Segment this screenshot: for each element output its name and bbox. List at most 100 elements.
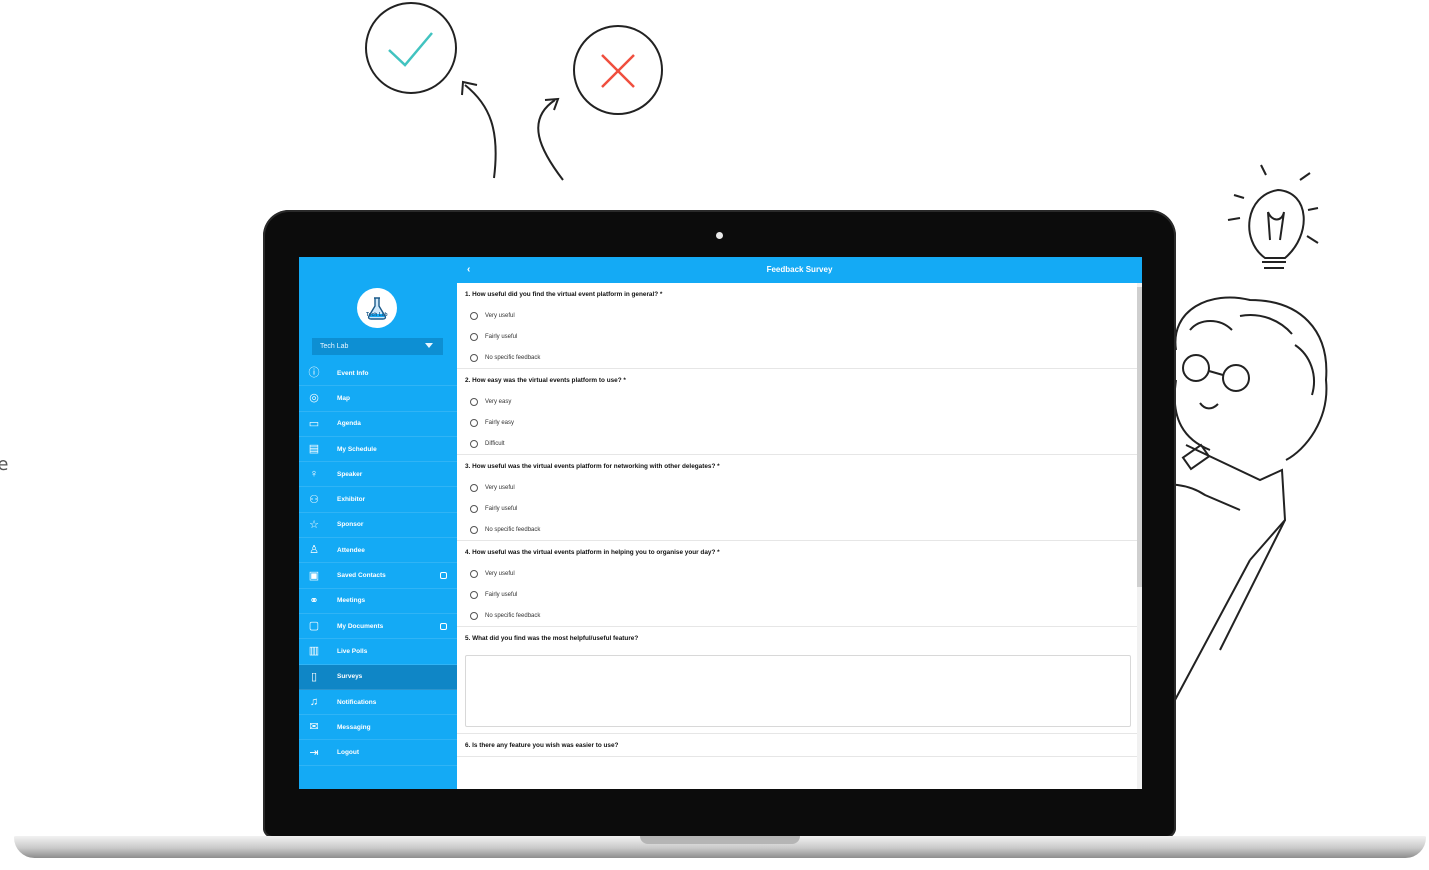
sidebar-item[interactable]: ▤ My Schedule [299,437,457,463]
chevron-down-icon [425,343,433,348]
radio-option[interactable]: Fairly easy [465,412,1137,433]
radio-option[interactable]: No specific feedback [465,605,1137,626]
radio-label: Difficult [485,440,505,447]
top-bar: ‹ Feedback Survey [457,257,1142,283]
sidebar-item-label: Event Info [337,369,369,377]
sidebar-item-label: Notifications [337,698,377,706]
item-badge-icon [440,622,447,630]
sidebar: Tech Lab Tech Lab ⓘ Event Info ◎ Map ▭ Agenda… [299,257,457,789]
sidebar-item-label: Logout [337,749,360,757]
question-text: 5. What did you find was the most helpfu… [465,635,639,642]
radio-label: Fairly useful [485,505,518,512]
app-logo[interactable]: Tech Lab [357,288,397,328]
radio-button[interactable] [470,311,478,320]
sidebar-item[interactable]: ♫ Notifications [299,690,457,716]
envelope-icon: ✉ [309,721,319,734]
radio-label: Very useful [485,312,515,319]
bell-icon: ♫ [309,696,319,708]
sidebar-item-label: Attendee [337,546,365,554]
radio-label: No specific feedback [485,354,541,361]
question-text: 2. How easy was the virtual events platf… [465,377,626,384]
radio-option[interactable]: Very useful [465,563,1137,584]
radio-button[interactable] [470,353,478,362]
radio-label: No specific feedback [485,612,541,619]
radio-option[interactable]: No specific feedback [465,347,1137,368]
radio-button[interactable] [470,397,478,406]
radio-button[interactable] [470,504,478,513]
webcam-icon [716,232,723,239]
sidebar-item[interactable]: ▯ Surveys [299,664,457,690]
sidebar-item[interactable]: ♙ Attendee [299,538,457,564]
event-selector[interactable]: Tech Lab [312,338,443,355]
sidebar-item[interactable]: ▣ Saved Contacts [299,563,457,589]
radio-button[interactable] [470,569,478,578]
survey-question: 6. Is there any feature you wish was eas… [457,734,1137,757]
sidebar-item-label: Sponsor [337,521,364,529]
answer-textarea[interactable] [465,655,1131,727]
radio-option[interactable]: Difficult [465,433,1137,454]
item-badge-icon [440,572,447,580]
question-text: 1. How useful did you find the virtual e… [465,291,663,298]
radio-button[interactable] [470,590,478,599]
star-icon: ☆ [309,518,319,531]
radio-label: No specific feedback [485,526,541,533]
page-title: Feedback Survey [766,265,833,274]
question-text: 6. Is there any feature you wish was eas… [465,742,619,749]
schedule-icon: ▤ [308,443,320,456]
people-icon: ⚇ [309,493,319,506]
radio-button[interactable] [470,525,478,534]
sidebar-item[interactable]: ⚇ Exhibitor [299,487,457,513]
question-text: 3. How useful was the virtual events pla… [465,463,720,470]
compass-icon: ◎ [309,392,319,405]
sidebar-item[interactable]: ☆ Sponsor [299,513,457,539]
survey-question: 4. How useful was the virtual events pla… [457,541,1137,627]
radio-button[interactable] [470,483,478,492]
radio-label: Fairly useful [485,591,518,598]
sidebar-item[interactable]: ⚭ Meetings [299,589,457,614]
logout-icon: ⇥ [309,746,319,759]
radio-button[interactable] [470,418,478,427]
lightbulb-icon [1227,164,1319,269]
calendar-icon: ▭ [308,417,320,430]
sidebar-item[interactable]: ⇥ Logout [299,740,457,766]
logo-text: Tech Lab [366,312,388,318]
sidebar-item-label: Meetings [337,597,366,605]
sidebar-item-label: Map [337,394,350,402]
poll-icon: ▥ [308,645,320,658]
sidebar-item[interactable]: ♀ Speaker [299,462,457,488]
radio-option[interactable]: Fairly useful [465,326,1137,347]
radio-button[interactable] [470,439,478,448]
sidebar-item[interactable]: ◎ Map [299,386,457,412]
radio-label: Fairly useful [485,333,518,340]
scrollbar-thumb[interactable] [1137,287,1142,587]
check-bubble-icon [365,2,457,94]
question-text: 4. How useful was the virtual events pla… [465,549,720,556]
radio-button[interactable] [470,611,478,620]
contact-card-icon: ▣ [308,569,320,582]
radio-option[interactable]: Fairly useful [465,498,1137,519]
sidebar-item[interactable]: ▭ Agenda [299,412,457,437]
sidebar-item-label: Agenda [337,420,361,428]
sidebar-item-label: Exhibitor [337,496,366,504]
radio-option[interactable]: No specific feedback [465,519,1137,540]
radio-option[interactable]: Fairly useful [465,584,1137,605]
user-icon: ♙ [309,544,319,557]
character-doodle [1149,296,1328,701]
radio-option[interactable]: Very useful [465,305,1137,326]
radio-button[interactable] [470,332,478,341]
sidebar-item-label: Live Polls [337,647,368,655]
survey-question: 5. What did you find was the most helpfu… [457,627,1137,734]
survey-question: 3. How useful was the virtual events pla… [457,455,1137,541]
radio-label: Very easy [485,398,512,405]
sidebar-item[interactable]: ✉ Messaging [299,715,457,741]
sidebar-item[interactable]: ▥ Live Polls [299,639,457,665]
radio-label: Very useful [485,570,515,577]
sidebar-menu: ⓘ Event Info ◎ Map ▭ Agenda ▤ My Schedule ♀ Speak… [299,361,457,766]
sidebar-item-label: My Schedule [337,445,377,453]
radio-option[interactable]: Very useful [465,477,1137,498]
sidebar-item[interactable]: ⓘ Event Info [299,361,457,387]
radio-option[interactable]: Very easy [465,391,1137,412]
survey-icon: ▯ [310,670,318,683]
sidebar-item[interactable]: ▢ My Documents [299,614,457,640]
survey-question: 1. How useful did you find the virtual e… [457,283,1137,369]
